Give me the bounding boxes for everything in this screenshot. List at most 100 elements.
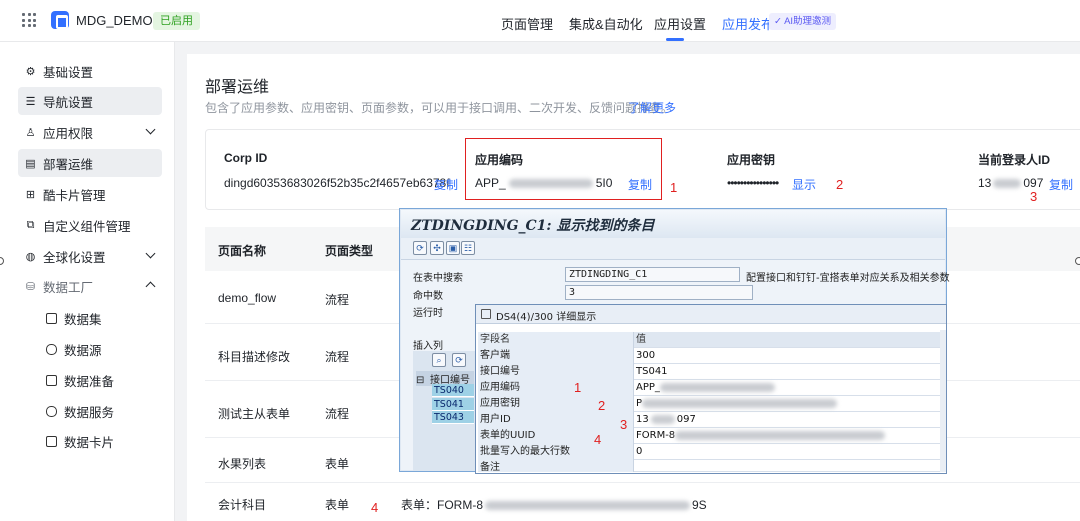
row-page-name: demo_flow [218, 291, 277, 305]
annotation-1: 1 [670, 180, 678, 195]
sap-grid-row[interactable]: TS041 [432, 398, 474, 411]
annotation-4: 4 [371, 500, 379, 515]
sap-search-label: 在表中搜索 [413, 273, 463, 284]
app-code-copy-button[interactable]: 复制 [628, 176, 652, 193]
component-icon: ⧉ [26, 218, 35, 231]
tool-icon[interactable]: ✣ [430, 241, 444, 255]
detail-row: 备注 [478, 460, 946, 473]
sidebar-sub-dataset[interactable]: 数据集 [46, 309, 102, 328]
sap-runtime-label: 运行时 [413, 308, 443, 319]
refresh-icon[interactable]: ⟳ [452, 353, 466, 367]
database-icon: ⛁ [25, 280, 36, 293]
refresh-icon[interactable]: ⟳ [413, 241, 427, 255]
row-page-name: 科目描述修改 [218, 350, 291, 364]
annotation-4: 4 [594, 432, 602, 447]
annotation-3: 3 [620, 417, 628, 432]
detail-row: 应用密钥 P [478, 396, 946, 412]
page-description: 包含了应用参数、应用密钥、页面参数，可以用于接口调用、二次开发、反馈问题排查。 [205, 101, 674, 115]
app-code-label: 应用编码 [475, 153, 524, 167]
app-grid-icon[interactable] [22, 13, 36, 27]
ai-assistant-badge[interactable]: ✓ AI助理邀测 [769, 13, 837, 30]
row-page-type: 表单 [325, 457, 350, 471]
sap-grid-row[interactable]: TS040 [432, 384, 474, 397]
data-card-icon [46, 436, 57, 447]
sidebar-item-data-factory[interactable]: ⛁ 数据工厂 [18, 272, 162, 300]
sidebar-sub-data-service[interactable]: 数据服务 [46, 402, 114, 421]
app-code-value: APP_ 5I0 [475, 176, 613, 190]
user-id-copy-button[interactable]: 复制 [1049, 176, 1073, 193]
annotation-1: 1 [574, 380, 582, 395]
table-icon[interactable]: ☷ [461, 241, 475, 255]
app-secret-label: 应用密钥 [727, 153, 776, 167]
gear-icon: ⚙ [25, 65, 36, 78]
tab-app-settings[interactable]: 应用设置 [654, 14, 706, 33]
learn-more-link[interactable]: 了解更多 [628, 99, 676, 116]
row-page-type: 流程 [325, 407, 350, 421]
app-secret-value: •••••••••••••••• [727, 176, 779, 190]
row-divider [205, 482, 1080, 483]
sidebar-item-basic-settings[interactable]: ⚙ 基础设置 [18, 57, 162, 85]
sidebar-item-globalization[interactable]: ◍ 全球化设置 [18, 242, 162, 270]
sap-hits-field: 3 [565, 285, 753, 300]
user-icon: ♙ [25, 126, 36, 139]
sidebar-sub-data-card[interactable]: 数据卡片 [46, 432, 114, 451]
row-page-type: 表单 [325, 498, 350, 512]
chevron-up-icon [145, 281, 156, 292]
data-service-icon [46, 406, 57, 417]
sidebar-item-cool-cards[interactable]: ⊞ 酷卡片管理 [18, 180, 162, 208]
row-page-name: 水果列表 [218, 457, 267, 471]
chevron-down-icon [145, 124, 156, 135]
annotation-3: 3 [1030, 189, 1038, 204]
grid-icon: ⊞ [25, 188, 36, 201]
row-page-type: 流程 [325, 350, 350, 364]
datasource-icon [46, 344, 57, 355]
row-page-name: 会计科目 [218, 498, 267, 512]
data-prep-icon [46, 375, 57, 386]
sap-window-title: ZTDINGDING_C1: 显示找到的条目 [401, 210, 945, 238]
current-user-id-value: 13 097 [978, 176, 1044, 190]
globe-icon: ◍ [25, 250, 36, 263]
sap-hits-label: 命中数 [413, 291, 443, 302]
detail-dialog-title: DS4(4)/300 详细显示 [476, 305, 946, 324]
col-page-name: 页面名称 [218, 244, 267, 258]
sidebar-item-deploy[interactable]: ▤ 部署运维 [18, 149, 162, 177]
detail-row: 批量写入的最大行数 0 [478, 444, 946, 460]
corp-id-copy-button[interactable]: 复制 [434, 176, 458, 193]
sidebar-item-permissions[interactable]: ♙ 应用权限 [18, 118, 162, 146]
window-icon [481, 309, 491, 319]
app-logo-icon [51, 11, 69, 29]
current-user-id-label: 当前登录人ID [978, 153, 1051, 167]
detail-scrollbar[interactable] [940, 330, 946, 472]
app-name: MDG_DEMO [76, 13, 153, 28]
row-page-type: 流程 [325, 293, 350, 307]
detail-header-row: 字段名值 [478, 332, 946, 348]
sap-search-field[interactable]: ZTDINGDING_C1 [565, 267, 740, 282]
sidebar-item-navigation[interactable]: ☰ 导航设置 [18, 87, 162, 115]
dataset-icon [46, 313, 57, 324]
detail-row: 应用编码 APP_ [478, 380, 946, 396]
resize-handle[interactable] [1075, 257, 1080, 265]
publish-link[interactable]: 应用发布 [722, 14, 774, 33]
tab-integration[interactable]: 集成&自动化 [569, 14, 643, 33]
sap-search-note: 配置接口和钉钉-宜搭表单对应关系及相关参数 [746, 273, 950, 284]
sidebar-item-custom-components[interactable]: ⧉ 自定义组件管理 [18, 211, 162, 239]
corp-id-value: dingd60353683026f52b35c2f4657eb6378f [224, 176, 450, 190]
row-form-id: 表单：FORM-8 9S [401, 498, 707, 512]
annotation-2: 2 [836, 177, 844, 192]
list-icon: ☰ [25, 95, 36, 108]
corp-id-label: Corp ID [224, 151, 268, 165]
search-icon[interactable]: ⌕ [432, 353, 446, 367]
row-page-name: 测试主从表单 [218, 407, 291, 421]
tab-page-management[interactable]: 页面管理 [501, 14, 553, 33]
page-title: 部署运维 [205, 79, 270, 96]
detail-row: 表单的UUID FORM-8 [478, 428, 946, 444]
col-page-type: 页面类型 [325, 244, 374, 258]
sap-grid-row[interactable]: TS043 [432, 411, 474, 424]
show-secret-button[interactable]: 显示 [792, 176, 816, 193]
sap-toolbar [401, 238, 945, 260]
sidebar-sub-data-prep[interactable]: 数据准备 [46, 371, 114, 390]
sidebar-sub-datasource[interactable]: 数据源 [46, 340, 102, 359]
save-icon[interactable]: ▣ [446, 241, 460, 255]
active-tab-indicator [666, 38, 684, 41]
detail-row: 接口编号 TS041 [478, 364, 946, 380]
